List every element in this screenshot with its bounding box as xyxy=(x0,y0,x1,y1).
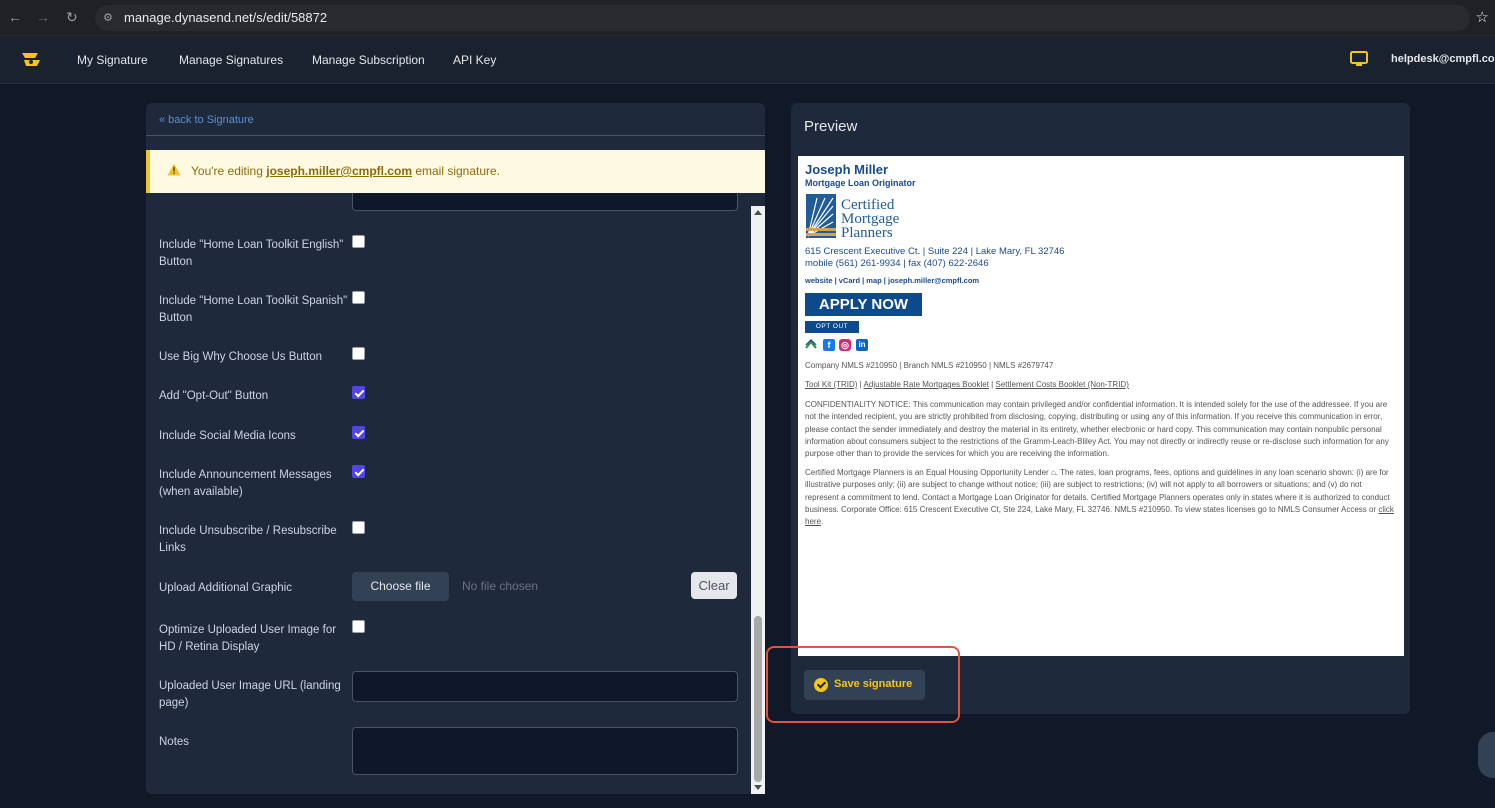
equal-housing-icon[interactable] xyxy=(805,339,817,351)
checkbox-social-icons[interactable] xyxy=(352,426,365,439)
back-to-signature-link[interactable]: « back to Signature xyxy=(159,114,254,126)
checkbox-toolkit-spanish[interactable] xyxy=(352,291,365,304)
url-text: manage.dynasend.net/s/edit/58872 xyxy=(124,10,328,25)
sig-title: Mortgage Loan Originator xyxy=(805,178,916,188)
sig-equal-housing-text: Certified Mortgage Planners is an Equal … xyxy=(805,467,1397,528)
signature-preview: Joseph Miller Mortgage Loan Originator C… xyxy=(798,156,1404,656)
scroll-up-arrow-icon[interactable] xyxy=(754,210,762,215)
user-email[interactable]: helpdesk@cmpfl.co xyxy=(1391,53,1495,65)
dynasend-logo-icon[interactable] xyxy=(20,50,42,70)
sig-phones: mobile (561) 261-9934 | fax (407) 622-26… xyxy=(805,258,989,269)
bookmark-star-icon[interactable]: ☆ xyxy=(1476,8,1489,26)
label-why-choose-us: Use Big Why Choose Us Button xyxy=(159,351,322,363)
forward-arrow-icon[interactable]: → xyxy=(36,9,50,25)
sig-nmls: Company NMLS #210950 | Branch NMLS #2109… xyxy=(805,361,1054,370)
site-settings-icon[interactable]: ⚙ xyxy=(103,11,117,25)
scroll-down-arrow-icon[interactable] xyxy=(754,785,762,790)
browser-toolbar: ← → ↻ ⚙ manage.dynasend.net/s/edit/58872… xyxy=(0,0,1495,36)
apply-now-button[interactable]: APPLY NOW xyxy=(805,293,922,316)
editing-alert: You're editing joseph.miller@cmpfl.com e… xyxy=(146,150,765,193)
address-bar[interactable]: ⚙ manage.dynasend.net/s/edit/58872 xyxy=(95,5,1470,31)
instagram-icon[interactable]: ◎ xyxy=(839,339,851,351)
label-toolkit-spanish: Include "Home Loan Toolkit Spanish" Butt… xyxy=(159,295,348,324)
logo-line-3: Planners xyxy=(841,225,893,241)
linkedin-icon[interactable]: in xyxy=(856,339,868,351)
monitor-icon[interactable] xyxy=(1350,51,1368,67)
image-url-input[interactable] xyxy=(352,671,738,702)
label-upload-graphic: Upload Additional Graphic xyxy=(159,582,292,594)
checkbox-why-choose-us[interactable] xyxy=(352,347,365,360)
label-notes: Notes xyxy=(159,736,190,748)
form-scroll-area: Include "Home Loan Toolkit English" Butt… xyxy=(146,193,765,794)
sig-name: Joseph Miller xyxy=(805,162,889,177)
label-opt-out: Add "Opt-Out" Button xyxy=(159,390,269,402)
settlement-booklet-link[interactable]: Settlement Costs Booklet (Non-TRID) xyxy=(995,380,1128,389)
label-announcements: Include Announcement Messages (when avai… xyxy=(159,469,332,498)
opt-out-button[interactable]: OPT OUT xyxy=(805,321,859,333)
text-input-partial[interactable] xyxy=(352,193,738,211)
nav-manage-subscription[interactable]: Manage Subscription xyxy=(312,53,425,67)
checkbox-opt-out[interactable] xyxy=(352,386,365,399)
label-social-icons: Include Social Media Icons xyxy=(159,430,296,442)
back-arrow-icon[interactable]: ← xyxy=(8,9,22,25)
warning-icon xyxy=(167,163,181,176)
signature-editor-panel: « back to Signature You're editing josep… xyxy=(146,103,765,794)
toolkit-trid-link[interactable]: Tool Kit (TRID) xyxy=(805,380,857,389)
label-image-url: Uploaded User Image URL (landing page) xyxy=(159,680,341,709)
checkbox-optimize-image[interactable] xyxy=(352,620,365,633)
preview-title: Preview xyxy=(804,118,858,135)
preview-panel: Preview Joseph Miller Mortgage Loan Orig… xyxy=(791,103,1410,714)
checkbox-announcements[interactable] xyxy=(352,465,365,478)
label-unsubscribe: Include Unsubscribe / Resubscribe Links xyxy=(159,525,337,554)
alert-text: You're editing joseph.miller@cmpfl.com e… xyxy=(191,164,500,178)
nav-my-signature[interactable]: My Signature xyxy=(77,53,148,67)
checkbox-unsubscribe[interactable] xyxy=(352,521,365,534)
certified-mortgage-planners-logo: Certified Mortgage Planners xyxy=(806,194,900,241)
clear-button[interactable]: Clear xyxy=(691,572,737,599)
choose-file-button[interactable]: Choose file xyxy=(352,572,449,601)
facebook-icon[interactable]: f xyxy=(823,339,835,351)
no-file-chosen-text: No file chosen xyxy=(462,579,539,593)
alert-prefix: You're editing xyxy=(191,164,263,178)
alert-email-link[interactable]: joseph.miller@cmpfl.com xyxy=(266,164,412,178)
alert-suffix: email signature. xyxy=(415,164,501,178)
eho-end: . xyxy=(821,517,824,527)
save-button-highlight xyxy=(766,646,960,723)
notes-textarea[interactable] xyxy=(352,727,738,775)
checkbox-toolkit-english[interactable] xyxy=(352,235,365,248)
scrollbar-thumb[interactable] xyxy=(754,616,762,782)
app-navbar: My Signature Manage Signatures Manage Su… xyxy=(0,36,1495,84)
divider xyxy=(146,135,765,136)
nav-api-key[interactable]: API Key xyxy=(453,53,496,67)
arm-booklet-link[interactable]: Adjustable Rate Mortgages Booklet xyxy=(864,380,989,389)
sig-links[interactable]: website | vCard | map | joseph.miller@cm… xyxy=(805,276,979,285)
eho-text-1: Certified Mortgage Planners is an Equal … xyxy=(805,468,1049,477)
label-toolkit-english: Include "Home Loan Toolkit English" Butt… xyxy=(159,239,344,268)
chat-widget-tab[interactable] xyxy=(1478,732,1495,778)
reload-icon[interactable]: ↻ xyxy=(66,9,78,26)
label-optimize-image: Optimize Uploaded User Image for HD / Re… xyxy=(159,624,337,653)
sig-confidentiality: CONFIDENTIALITY NOTICE: This communicati… xyxy=(805,400,1389,459)
sig-toolkit-links: Tool Kit (TRID) | Adjustable Rate Mortga… xyxy=(805,380,1129,389)
form-scrollbar[interactable] xyxy=(751,206,765,794)
nav-manage-signatures[interactable]: Manage Signatures xyxy=(179,53,283,67)
sig-address: 615 Crescent Executive Ct. | Suite 224 |… xyxy=(805,246,1065,257)
